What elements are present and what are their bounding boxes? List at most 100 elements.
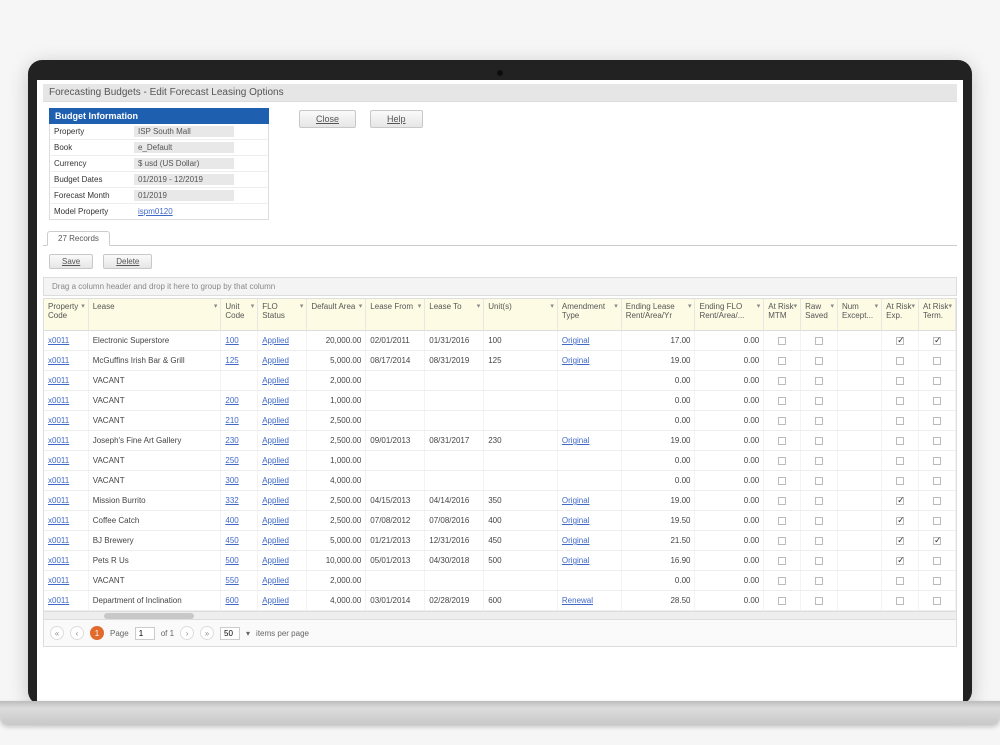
checkbox[interactable] — [933, 597, 941, 605]
flo-status-link[interactable]: Applied — [262, 496, 289, 505]
chevron-down-icon[interactable]: ▾ — [246, 629, 250, 638]
property-code-link[interactable]: x0011 — [48, 536, 69, 545]
checkbox[interactable] — [896, 397, 904, 405]
filter-icon[interactable]: ▾ — [757, 302, 761, 310]
checkbox[interactable] — [778, 577, 786, 585]
checkbox[interactable] — [778, 597, 786, 605]
checkbox[interactable] — [933, 577, 941, 585]
checkbox[interactable] — [815, 477, 823, 485]
property-code-link[interactable]: x0011 — [48, 476, 69, 485]
checkbox[interactable] — [778, 497, 786, 505]
checkbox[interactable] — [778, 557, 786, 565]
checkbox[interactable] — [933, 557, 941, 565]
pager-prev-icon[interactable]: ‹ — [70, 626, 84, 640]
column-header[interactable]: Lease To▾ — [425, 299, 484, 331]
unit-code-link[interactable]: 210 — [225, 416, 238, 425]
amendment-link[interactable]: Original — [562, 436, 590, 445]
checkbox[interactable] — [896, 437, 904, 445]
flo-status-link[interactable]: Applied — [262, 596, 289, 605]
filter-icon[interactable]: ▾ — [300, 302, 304, 310]
flo-status-link[interactable]: Applied — [262, 396, 289, 405]
checkbox[interactable] — [815, 357, 823, 365]
column-header[interactable]: FLO Status▾ — [258, 299, 307, 331]
unit-code-link[interactable]: 125 — [225, 356, 238, 365]
amendment-link[interactable]: Original — [562, 336, 590, 345]
checkbox[interactable] — [933, 457, 941, 465]
filter-icon[interactable]: ▾ — [359, 302, 363, 310]
unit-code-link[interactable]: 450 — [225, 536, 238, 545]
filter-icon[interactable]: ▾ — [875, 302, 879, 310]
checkbox[interactable] — [896, 357, 904, 365]
property-code-link[interactable]: x0011 — [48, 416, 69, 425]
delete-button[interactable]: Delete — [103, 254, 152, 269]
checkbox[interactable] — [933, 377, 941, 385]
checkbox[interactable] — [896, 497, 904, 505]
filter-icon[interactable]: ▾ — [81, 302, 85, 310]
column-header[interactable]: Lease From▾ — [366, 299, 425, 331]
unit-code-link[interactable]: 400 — [225, 516, 238, 525]
checkbox[interactable] — [896, 557, 904, 565]
checkbox[interactable] — [778, 517, 786, 525]
column-header[interactable]: Ending FLO Rent/Area/...▾ — [695, 299, 764, 331]
column-header[interactable]: Property Code▾ — [44, 299, 88, 331]
column-header[interactable]: At Risk Term.▾ — [919, 299, 956, 331]
flo-status-link[interactable]: Applied — [262, 336, 289, 345]
checkbox[interactable] — [815, 397, 823, 405]
pager-page-input[interactable] — [135, 627, 155, 640]
filter-icon[interactable]: ▾ — [830, 302, 834, 310]
property-code-link[interactable]: x0011 — [48, 376, 69, 385]
tab-records[interactable]: 27 Records — [47, 231, 110, 246]
checkbox[interactable] — [815, 457, 823, 465]
column-header[interactable]: At Risk Exp.▾ — [882, 299, 919, 331]
flo-status-link[interactable]: Applied — [262, 416, 289, 425]
checkbox[interactable] — [815, 597, 823, 605]
pager-last-icon[interactable]: » — [200, 626, 214, 640]
unit-code-link[interactable]: 200 — [225, 396, 238, 405]
filter-icon[interactable]: ▾ — [614, 302, 618, 310]
checkbox[interactable] — [933, 337, 941, 345]
property-code-link[interactable]: x0011 — [48, 336, 69, 345]
unit-code-link[interactable]: 332 — [225, 496, 238, 505]
help-button[interactable]: Help — [370, 110, 423, 128]
checkbox[interactable] — [778, 417, 786, 425]
checkbox[interactable] — [778, 377, 786, 385]
column-header[interactable]: Ending Lease Rent/Area/Yr▾ — [621, 299, 695, 331]
filter-icon[interactable]: ▾ — [794, 302, 798, 310]
checkbox[interactable] — [933, 497, 941, 505]
filter-icon[interactable]: ▾ — [912, 302, 916, 310]
checkbox[interactable] — [778, 537, 786, 545]
unit-code-link[interactable]: 500 — [225, 556, 238, 565]
flo-status-link[interactable]: Applied — [262, 536, 289, 545]
close-button[interactable]: Close — [299, 110, 356, 128]
checkbox[interactable] — [815, 337, 823, 345]
pager-next-icon[interactable]: › — [180, 626, 194, 640]
checkbox[interactable] — [896, 377, 904, 385]
amendment-link[interactable]: Original — [562, 516, 590, 525]
filter-icon[interactable]: ▾ — [251, 302, 255, 310]
unit-code-link[interactable]: 600 — [225, 596, 238, 605]
checkbox[interactable] — [896, 577, 904, 585]
checkbox[interactable] — [778, 437, 786, 445]
column-header[interactable]: At Risk MTM▾ — [764, 299, 801, 331]
property-code-link[interactable]: x0011 — [48, 436, 69, 445]
checkbox[interactable] — [896, 477, 904, 485]
checkbox[interactable] — [896, 457, 904, 465]
checkbox[interactable] — [815, 557, 823, 565]
property-code-link[interactable]: x0011 — [48, 356, 69, 365]
flo-status-link[interactable]: Applied — [262, 376, 289, 385]
property-code-link[interactable]: x0011 — [48, 456, 69, 465]
save-button[interactable]: Save — [49, 254, 93, 269]
unit-code-link[interactable]: 230 — [225, 436, 238, 445]
flo-status-link[interactable]: Applied — [262, 356, 289, 365]
checkbox[interactable] — [815, 517, 823, 525]
amendment-link[interactable]: Original — [562, 356, 590, 365]
panel-value[interactable]: ispm0120 — [134, 206, 234, 217]
checkbox[interactable] — [778, 477, 786, 485]
column-header[interactable]: Raw Saved▾ — [801, 299, 838, 331]
checkbox[interactable] — [815, 497, 823, 505]
pager-perpage-input[interactable] — [220, 627, 240, 640]
property-code-link[interactable]: x0011 — [48, 556, 69, 565]
unit-code-link[interactable]: 100 — [225, 336, 238, 345]
filter-icon[interactable]: ▾ — [688, 302, 692, 310]
amendment-link[interactable]: Original — [562, 496, 590, 505]
